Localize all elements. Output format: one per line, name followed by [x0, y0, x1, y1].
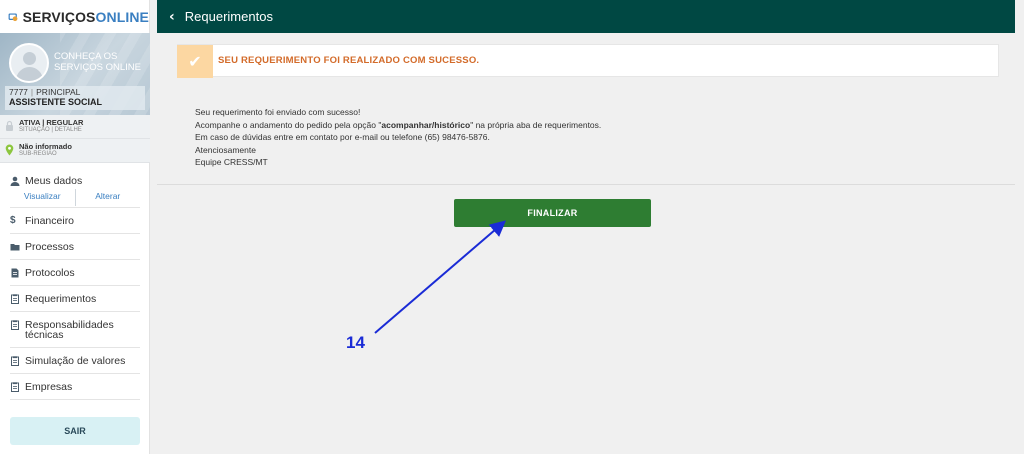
lock-icon [6, 120, 13, 131]
registration-number: 7777 [9, 87, 28, 97]
region-value: Não informado [19, 142, 72, 151]
brand-part2: ONLINE [95, 8, 149, 25]
region-row[interactable]: Não informado SUB-REGIÃO [0, 139, 150, 163]
annotation-step-number: 14 [346, 333, 365, 352]
sidebar-item-responsabilidades-tecnicas[interactable]: Responsabilidades técnicas [10, 312, 140, 348]
acompanhar-historico-emphasis: acompanhar/histórico [381, 119, 471, 130]
map-pin-icon [5, 144, 14, 156]
alterar-link[interactable]: Alterar [76, 189, 141, 206]
sidebar-item-meus-dados: Meus dados Visualizar Alterar [10, 168, 140, 208]
clipboard-icon [11, 294, 19, 304]
document-icon [11, 268, 19, 278]
welcome-text[interactable]: CONHEÇA OS SERVIÇOS ONLINE [54, 51, 141, 73]
user-icon [10, 176, 20, 186]
dollar-icon: $ [10, 215, 16, 226]
region-label: SUB-REGIÃO [19, 151, 57, 157]
brand-logo[interactable]: SERVIÇOSONLINE [0, 0, 149, 33]
registration-type: PRINCIPAL [36, 87, 81, 97]
clipboard-icon [11, 382, 19, 392]
meus-dados-label[interactable]: Meus dados [25, 175, 82, 187]
success-alert: ✔ SEU REQUERIMENTO FOI REALIZADO COM SUC… [177, 44, 999, 78]
folder-icon [10, 244, 20, 251]
main-content: ✔ SEU REQUERIMENTO FOI REALIZADO COM SUC… [157, 33, 1015, 454]
sidebar: SERVIÇOSONLINE CONHEÇA OS SERVIÇOS ONLIN… [0, 0, 150, 454]
brand-part1: SERVIÇOS [22, 8, 96, 25]
sidebar-item-protocolos[interactable]: Protocolos [10, 260, 140, 286]
clipboard-icon [11, 320, 19, 330]
sidebar-item-empresas[interactable]: Empresas [10, 374, 140, 400]
situation-row[interactable]: ATIVA | REGULAR SITUAÇÃO | DETALHE [0, 115, 150, 139]
sidebar-item-processos[interactable]: Processos [10, 234, 140, 260]
sidebar-item-simulacao-de-valores[interactable]: Simulação de valores [10, 348, 140, 374]
checkmark-icon: ✔ [177, 45, 213, 78]
success-message: SEU REQUERIMENTO FOI REALIZADO COM SUCES… [218, 55, 480, 66]
confirmation-text: Seu requerimento foi enviado com sucesso… [195, 107, 602, 167]
avatar[interactable] [9, 43, 49, 83]
page-header: ‹ Requerimentos [157, 0, 1015, 33]
sidebar-item-financeiro[interactable]: $ Financeiro [10, 208, 140, 234]
clipboard-icon [11, 356, 19, 366]
situation-label: SITUAÇÃO | DETALHE [19, 127, 82, 133]
page-title: Requerimentos [184, 9, 273, 24]
back-chevron-icon[interactable]: ‹ [169, 9, 175, 25]
divider [157, 184, 1015, 185]
professional-role: ASSISTENTE SOCIAL [9, 97, 103, 107]
sidebar-item-requerimentos[interactable]: Requerimentos [10, 286, 140, 312]
situation-value: ATIVA | REGULAR [19, 118, 84, 127]
finalize-button[interactable]: FINALIZAR [454, 199, 651, 227]
profile-card: CONHEÇA OS SERVIÇOS ONLINE 7777 | PRINCIPA… [0, 33, 150, 115]
sidebar-menu: Meus dados Visualizar Alterar $ Financei… [0, 168, 150, 400]
logout-button[interactable]: SAIR [10, 417, 140, 445]
logo-icon [8, 12, 18, 21]
registration-box: 7777 | PRINCIPAL ASSISTENTE SOCIAL [5, 86, 145, 110]
visualizar-link[interactable]: Visualizar [10, 189, 76, 206]
